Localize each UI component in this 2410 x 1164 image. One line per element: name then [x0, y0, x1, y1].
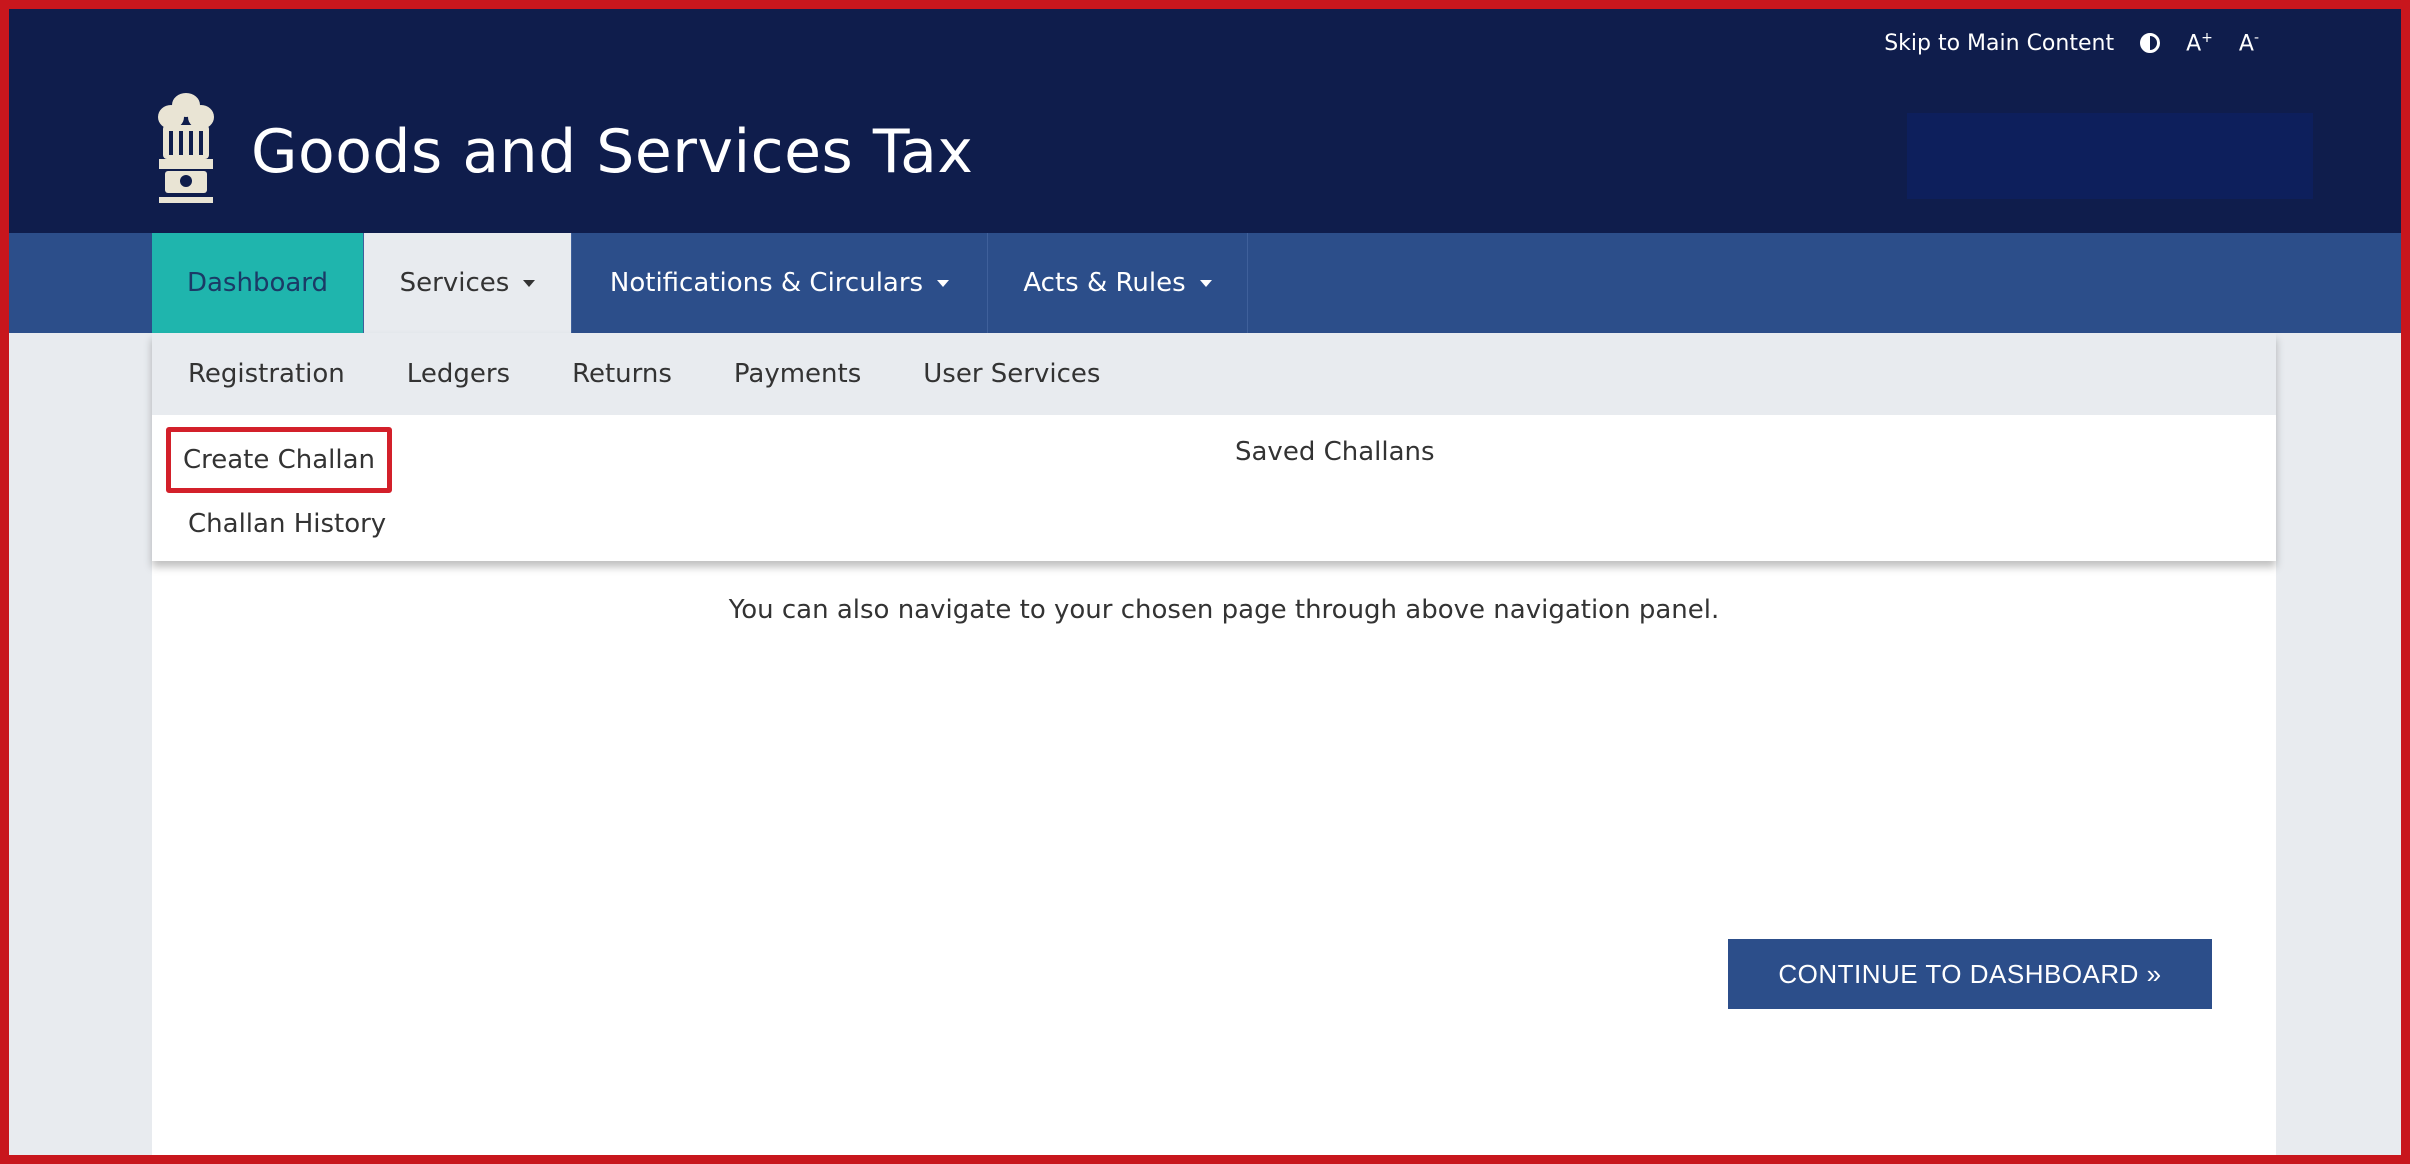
- nav-acts-rules[interactable]: Acts & Rules: [988, 233, 1248, 333]
- create-challan-link[interactable]: Create Challan: [166, 427, 392, 493]
- utility-bar: Skip to Main Content A+ A-: [9, 9, 2401, 77]
- subnav-returns[interactable]: Returns: [572, 359, 672, 389]
- font-increase-label: A: [2186, 31, 2202, 57]
- header-right-panel: [1907, 113, 2313, 199]
- navigation-info-text: You can also navigate to your chosen pag…: [728, 595, 1720, 625]
- font-decrease-label: A: [2238, 31, 2254, 57]
- nav-dashboard-label: Dashboard: [186, 268, 329, 298]
- nav-notifications-circulars[interactable]: Notifications & Circulars: [572, 233, 988, 333]
- caret-down-icon: [1199, 279, 1212, 287]
- nav-services[interactable]: Services: [364, 233, 572, 333]
- continue-to-dashboard-button[interactable]: CONTINUE TO DASHBOARD »: [1728, 939, 2212, 1009]
- subnav-ledgers[interactable]: Ledgers: [407, 359, 510, 389]
- screenshot-frame: Skip to Main Content A+ A- Goods and Ser…: [0, 0, 2410, 1164]
- subnav-registration[interactable]: Registration: [188, 359, 345, 389]
- site-title: Goods and Services Tax: [251, 117, 974, 187]
- nav-notifications-label: Notifications & Circulars: [609, 268, 924, 298]
- main-nav: Dashboard Services Notifications & Circu…: [9, 233, 2401, 333]
- font-decrease-button[interactable]: A-: [2239, 30, 2259, 56]
- saved-challans-link[interactable]: Saved Challans: [1235, 437, 1435, 467]
- contrast-toggle-icon[interactable]: [2140, 33, 2161, 53]
- subnav-user-services[interactable]: User Services: [923, 359, 1100, 389]
- font-decrease-sup: -: [2253, 29, 2259, 46]
- font-increase-sup: +: [2201, 29, 2213, 46]
- skip-to-main-content-link[interactable]: Skip to Main Content: [1884, 31, 2114, 56]
- nav-dashboard[interactable]: Dashboard: [152, 233, 364, 333]
- font-increase-button[interactable]: A+: [2186, 30, 2213, 56]
- site-header: Goods and Services Tax: [9, 77, 2401, 233]
- subnav-payments[interactable]: Payments: [734, 359, 861, 389]
- caret-down-icon: [937, 279, 950, 287]
- services-subnav: Registration Ledgers Returns Payments Us…: [152, 333, 2276, 415]
- caret-down-icon: [523, 279, 536, 287]
- create-challan-label: Create Challan: [182, 445, 376, 475]
- main-nav-items: Dashboard Services Notifications & Circu…: [152, 233, 1248, 333]
- utility-links: Skip to Main Content A+ A-: [1884, 9, 2259, 77]
- services-dropdown: Registration Ledgers Returns Payments Us…: [152, 333, 2276, 561]
- national-emblem-icon: [158, 93, 214, 203]
- nav-acts-label: Acts & Rules: [1023, 268, 1186, 298]
- challan-history-link[interactable]: Challan History: [188, 509, 386, 539]
- nav-services-label: Services: [399, 268, 510, 298]
